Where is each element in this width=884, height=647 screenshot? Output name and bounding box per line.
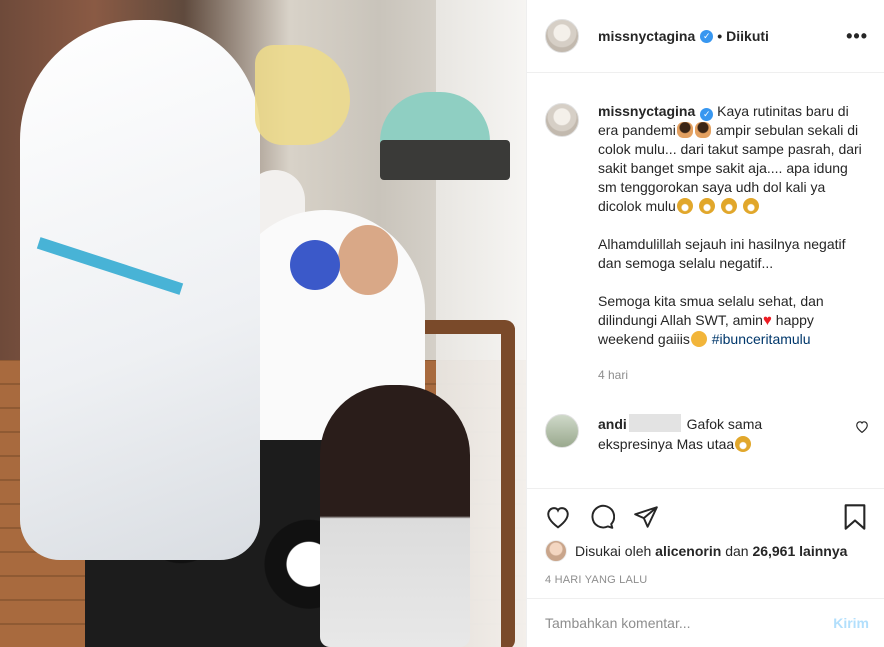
- photo-child-foreground: [320, 385, 470, 647]
- commenter-username[interactable]: andi: [598, 416, 627, 432]
- verified-badge-icon: ✓: [700, 29, 714, 43]
- caption-paragraph-3: Semoga kita smua selalu sehat, dan dilin…: [598, 292, 866, 349]
- author-avatar[interactable]: [545, 19, 579, 53]
- caption-text: missnyctagina ✓ Kaya rutinitas baru di er…: [598, 102, 866, 385]
- grinning-sweat-emoji-icon: [676, 198, 693, 214]
- liker-username[interactable]: alicenorin: [655, 543, 721, 559]
- photo-health-worker-ppe: [20, 20, 260, 560]
- caption: missnyctagina ✓ Kaya rutinitas baru di er…: [545, 102, 869, 385]
- verified-badge-icon: ✓: [700, 108, 714, 121]
- person-gesturing-emoji-icon: [676, 122, 693, 138]
- more-dots-icon[interactable]: •••: [846, 26, 868, 47]
- grinning-sweat-emoji-icon: [742, 198, 759, 214]
- likes-count-link[interactable]: 26,961 lainnya: [752, 543, 847, 559]
- liker-avatar[interactable]: [545, 540, 567, 562]
- post-header: missnyctagina ✓ • Diikuti •••: [527, 0, 884, 73]
- likes-prefix: Disukai oleh: [575, 543, 652, 559]
- comments-section[interactable]: missnyctagina ✓ Kaya rutinitas baru di er…: [527, 74, 884, 488]
- comment-input[interactable]: [545, 615, 834, 631]
- add-comment-bar: Kirim: [527, 598, 884, 647]
- likes-connector: dan: [725, 543, 749, 559]
- grinning-sweat-emoji-icon: [720, 198, 737, 214]
- comment-like-heart-icon[interactable]: [855, 420, 869, 454]
- grinning-sweat-emoji-icon: [735, 436, 752, 452]
- caption-paragraph-1: missnyctagina ✓ Kaya rutinitas baru di er…: [598, 102, 866, 216]
- commenter-avatar[interactable]: [545, 414, 579, 448]
- caption-timestamp[interactable]: 4 hari: [598, 366, 866, 385]
- separator-dot: •: [717, 28, 723, 44]
- caption-paragraph-2: Alhamdulillah sejauh ini hasilnya negati…: [598, 236, 846, 271]
- photo-table: [380, 140, 510, 180]
- red-heart-emoji-icon: ♥: [762, 312, 772, 329]
- author-username[interactable]: missnyctagina: [598, 28, 695, 44]
- like-heart-icon[interactable]: [544, 503, 572, 531]
- post-panel: missnyctagina ✓ • Diikuti ••• missnyctag…: [526, 0, 884, 647]
- likes-summary: Disukai oleh alicenorin dan 26,961 lainn…: [545, 540, 847, 562]
- person-gesturing-emoji-icon: [694, 122, 711, 138]
- save-bookmark-icon[interactable]: [841, 503, 869, 531]
- post-timestamp[interactable]: 4 HARI YANG LALU: [545, 574, 647, 586]
- photo-blue-glove: [290, 240, 340, 290]
- winking-emoji-icon: [690, 331, 707, 347]
- share-send-icon[interactable]: [632, 503, 660, 531]
- follow-status-button[interactable]: Diikuti: [726, 28, 769, 44]
- post-photo[interactable]: [0, 0, 526, 647]
- photo-woman-face: [338, 225, 398, 295]
- comment-bubble-icon[interactable]: [588, 503, 616, 531]
- post-comment-button[interactable]: Kirim: [833, 615, 869, 631]
- grinning-sweat-emoji-icon: [698, 198, 715, 214]
- caption-author-avatar[interactable]: [545, 103, 579, 137]
- comment-item: andi Gafok sama ekspresinya Mas utaa: [545, 414, 869, 454]
- post-actions-bar: [527, 488, 884, 544]
- comment-text: andi Gafok sama ekspresinya Mas utaa: [598, 414, 838, 454]
- redacted-block: [628, 414, 681, 432]
- hashtag-link[interactable]: #ibunceritamulu: [712, 331, 811, 347]
- caption-username[interactable]: missnyctagina: [598, 103, 695, 119]
